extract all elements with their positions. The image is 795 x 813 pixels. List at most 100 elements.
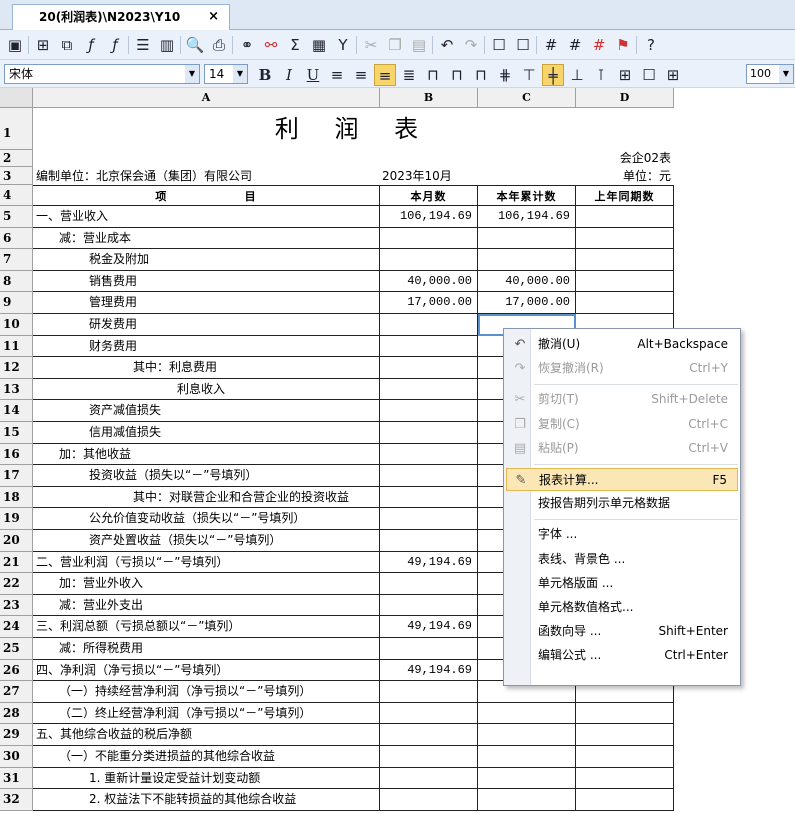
cell-a[interactable]: 1. 重新计量设定受益计划变动额 xyxy=(33,767,380,790)
cell-b[interactable]: 106,194.69 xyxy=(380,206,478,228)
cell-a[interactable]: 五、其他综合收益的税后净额 xyxy=(33,724,380,746)
row-header[interactable]: 21 xyxy=(0,551,33,574)
cell-b[interactable] xyxy=(380,767,478,790)
row-header[interactable]: 28 xyxy=(0,702,33,725)
fx-edit-icon[interactable]: ƒ xyxy=(104,34,126,56)
frame-icon[interactable]: ☐ xyxy=(488,34,510,56)
report-period[interactable]: 2023年10月 xyxy=(380,167,478,185)
company-name[interactable]: 编制单位：北京保会通（集团）有限公司 xyxy=(33,167,380,185)
cell-b[interactable] xyxy=(380,422,478,444)
cell-b[interactable] xyxy=(380,573,478,595)
valign-top-icon[interactable]: ⊤ xyxy=(518,64,540,86)
cell-d[interactable] xyxy=(576,702,674,725)
valign-middle-icon[interactable]: ╪ xyxy=(542,64,564,86)
cell-b[interactable] xyxy=(380,465,478,487)
cell-b[interactable] xyxy=(380,378,478,401)
column-header-d[interactable]: D xyxy=(576,88,674,108)
cell-a[interactable]: 利息收入 xyxy=(33,378,380,401)
cell-a[interactable]: 公允价值变动收益（损失以“－”号填列） xyxy=(33,508,380,530)
zoom-select[interactable]: 100 ▼ xyxy=(746,64,794,84)
menu-item[interactable]: ✎ 报表计算... F5 xyxy=(506,468,738,491)
cell-a[interactable]: 投资收益（损失以“－”号填列） xyxy=(33,465,380,487)
cell-c[interactable]: 17,000.00 xyxy=(478,292,576,314)
cell-c[interactable] xyxy=(478,789,576,811)
menu-item[interactable]: 编辑公式 ... Ctrl+Enter xyxy=(506,644,738,667)
cell-b[interactable] xyxy=(380,357,478,379)
cell-a[interactable]: 四、净利润（净亏损以“－”号填列） xyxy=(33,659,380,682)
cell-d[interactable] xyxy=(576,249,674,271)
align-left-icon[interactable]: ≡ xyxy=(326,64,348,86)
cell-b[interactable] xyxy=(380,249,478,271)
menu-item[interactable]: 表线、背景色 ... xyxy=(506,548,738,571)
row-header[interactable]: 24 xyxy=(0,616,33,638)
cell-a[interactable]: 资产减值损失 xyxy=(33,400,380,422)
row-header[interactable]: 1 xyxy=(0,108,33,150)
row-header[interactable]: 9 xyxy=(0,292,33,314)
cell-d[interactable] xyxy=(576,789,674,811)
cell-a[interactable]: 信用减值损失 xyxy=(33,422,380,444)
link-icon[interactable]: ⚭ xyxy=(236,34,258,56)
cell-b[interactable]: 49,194.69 xyxy=(380,659,478,682)
distribute4-icon[interactable]: ⋕ xyxy=(494,64,516,86)
column-header-a[interactable]: A xyxy=(33,88,380,108)
document-tab[interactable]: 20(利润表)\N2023\Y10 × xyxy=(12,4,230,30)
menu-item[interactable]: 字体 ... xyxy=(506,523,738,546)
header-item[interactable]: 项 目 xyxy=(33,185,380,206)
cell-b[interactable] xyxy=(380,746,478,768)
filter-icon[interactable]: Y xyxy=(332,34,354,56)
merge-icon[interactable]: ⊞ xyxy=(32,34,54,56)
valign-fill-icon[interactable]: ⊺ xyxy=(590,64,612,86)
cell-b[interactable] xyxy=(380,508,478,530)
border-inner-icon[interactable]: ⊞ xyxy=(662,64,684,86)
cell-b[interactable]: 17,000.00 xyxy=(380,292,478,314)
row-header[interactable]: 19 xyxy=(0,508,33,530)
row-header[interactable]: 32 xyxy=(0,789,33,811)
cell-d[interactable] xyxy=(576,724,674,746)
grid3-icon[interactable]: # xyxy=(588,34,610,56)
column-header-b[interactable]: B xyxy=(380,88,478,108)
cell-b[interactable] xyxy=(380,314,478,336)
cell-d[interactable] xyxy=(576,746,674,768)
row-header[interactable]: 22 xyxy=(0,573,33,595)
row-header[interactable]: 7 xyxy=(0,249,33,271)
cell-b[interactable] xyxy=(380,681,478,703)
font-size-select[interactable]: 14 ▼ xyxy=(204,64,248,84)
cell-b[interactable] xyxy=(380,443,478,466)
sigma-icon[interactable]: Σ xyxy=(284,34,306,56)
border-outer-icon[interactable]: ☐ xyxy=(638,64,660,86)
row-header[interactable]: 8 xyxy=(0,270,33,293)
row-header[interactable]: 4 xyxy=(0,185,33,206)
close-tab-icon[interactable]: × xyxy=(208,5,219,29)
cell-a[interactable]: 财务费用 xyxy=(33,335,380,358)
cell-b[interactable] xyxy=(380,638,478,660)
cell-c[interactable]: 40,000.00 xyxy=(478,270,576,293)
save-icon[interactable]: ▣ xyxy=(4,34,26,56)
paste-icon[interactable]: ▤ xyxy=(408,34,430,56)
corner-cell[interactable] xyxy=(0,88,33,108)
row-header[interactable]: 13 xyxy=(0,378,33,401)
cell-b[interactable]: 49,194.69 xyxy=(380,616,478,638)
cell-a[interactable]: 管理费用 xyxy=(33,292,380,314)
cell-c[interactable] xyxy=(478,746,576,768)
menu-item[interactable]: 单元格数值格式... xyxy=(506,596,738,619)
align-justify-icon[interactable]: ≣ xyxy=(398,64,420,86)
cell-a[interactable]: （一）不能重分类进损益的其他综合收益 xyxy=(33,746,380,768)
menu-item[interactable]: ✂ 剪切(T) Shift+Delete xyxy=(506,388,738,411)
cut-icon[interactable]: ✂ xyxy=(360,34,382,56)
row-header[interactable]: 20 xyxy=(0,530,33,552)
cell-a[interactable]: 资产处置收益（损失以“－”号填列） xyxy=(33,530,380,552)
cell-b[interactable] xyxy=(380,702,478,725)
header-lastyear[interactable]: 上年同期数 xyxy=(576,185,674,206)
cell-b[interactable] xyxy=(380,486,478,509)
cell-a[interactable]: 税金及附加 xyxy=(33,249,380,271)
cell-c[interactable] xyxy=(478,702,576,725)
cell-a[interactable]: 加：其他收益 xyxy=(33,443,380,466)
row-header[interactable]: 6 xyxy=(0,227,33,250)
distribute3-icon[interactable]: ⊓ xyxy=(470,64,492,86)
row-header[interactable]: 5 xyxy=(0,206,33,228)
row-header[interactable]: 30 xyxy=(0,746,33,768)
row-header[interactable]: 15 xyxy=(0,422,33,444)
cell-c[interactable]: 106,194.69 xyxy=(478,206,576,228)
distribute2-icon[interactable]: ⊓ xyxy=(446,64,468,86)
cell-a[interactable]: 其中：对联营企业和合营企业的投资收益 xyxy=(33,486,380,509)
